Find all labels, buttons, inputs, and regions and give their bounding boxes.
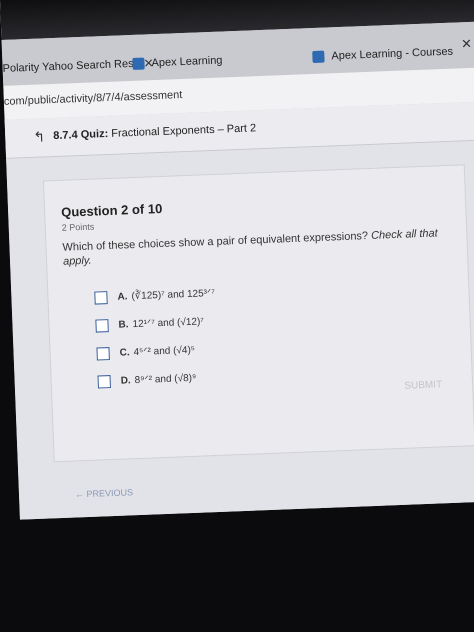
question-card: Question 2 of 10 2 Points Which of these… xyxy=(42,164,474,463)
prompt-text: Which of these choices show a pair of eq… xyxy=(62,230,369,254)
tab-apex-courses[interactable]: Apex Learning - Courses xyxy=(312,37,454,72)
settings-icon[interactable]: ⚙ xyxy=(236,516,253,520)
choice-text: 4⁵ᐟ² and (√4)⁵ xyxy=(133,344,196,359)
checkbox[interactable] xyxy=(94,291,108,305)
app-icon[interactable]: ▣ xyxy=(176,518,193,520)
choice-text: 8⁹ᐟ² and (√8)⁹ xyxy=(134,372,197,387)
quiz-id: 8.7.4 Quiz: xyxy=(53,127,109,143)
checkbox[interactable] xyxy=(95,319,109,333)
question-points: 2 Points xyxy=(61,221,95,233)
choice-text: (∛125)⁷ and 125³ᐟ⁷ xyxy=(131,287,216,303)
choice-letter: C. xyxy=(119,347,130,359)
media-icon[interactable]: ◉ xyxy=(206,517,223,520)
quiz-title: 8.7.4 Quiz: Fractional Exponents – Part … xyxy=(53,122,256,142)
question-prompt: Which of these choices show a pair of eq… xyxy=(62,226,453,269)
choice-b[interactable]: B. 12¹ᐟ⁷ and (√12)⁷ xyxy=(95,315,205,333)
apex-favicon-icon xyxy=(132,57,145,70)
choice-text: 12¹ᐟ⁷ and (√12)⁷ xyxy=(132,316,205,331)
previous-button[interactable]: ← PREVIOUS xyxy=(75,487,133,499)
choice-c[interactable]: C. 4⁵ᐟ² and (√4)⁵ xyxy=(96,344,195,361)
choice-letter: A. xyxy=(117,291,128,303)
choice-letter: D. xyxy=(120,375,131,387)
submit-button[interactable]: SUBMIT xyxy=(404,379,442,391)
checkbox[interactable] xyxy=(96,347,110,361)
tab-label: Polarity Yahoo Search Res xyxy=(2,57,134,75)
quiz-name: Fractional Exponents – Part 2 xyxy=(111,122,257,140)
chrome-icon[interactable]: ◍ xyxy=(266,515,283,520)
close-icon[interactable]: ✕ xyxy=(461,36,473,52)
url-text: com/public/activity/8/7/4/assessment xyxy=(3,89,183,108)
tab-apex-learning[interactable]: Apex Learning ✕ xyxy=(132,42,325,79)
choice-a[interactable]: A. (∛125)⁷ and 125³ᐟ⁷ xyxy=(94,287,215,305)
choice-d[interactable]: D. 8⁹ᐟ² and (√8)⁹ xyxy=(97,372,197,389)
back-arrow-icon[interactable]: ↰ xyxy=(33,128,45,145)
page-content: ↰ 8.7.4 Quiz: Fractional Exponents – Par… xyxy=(4,101,474,520)
question-number: Question 2 of 10 xyxy=(60,200,163,220)
choice-letter: B. xyxy=(118,319,129,331)
apex-favicon-icon xyxy=(312,50,325,64)
tab-label: Apex Learning xyxy=(151,54,223,70)
screen: Polarity Yahoo Search Res ✕ Apex Learnin… xyxy=(0,0,474,520)
checkbox[interactable] xyxy=(97,375,111,389)
tab-label: Apex Learning - Courses xyxy=(331,45,454,63)
